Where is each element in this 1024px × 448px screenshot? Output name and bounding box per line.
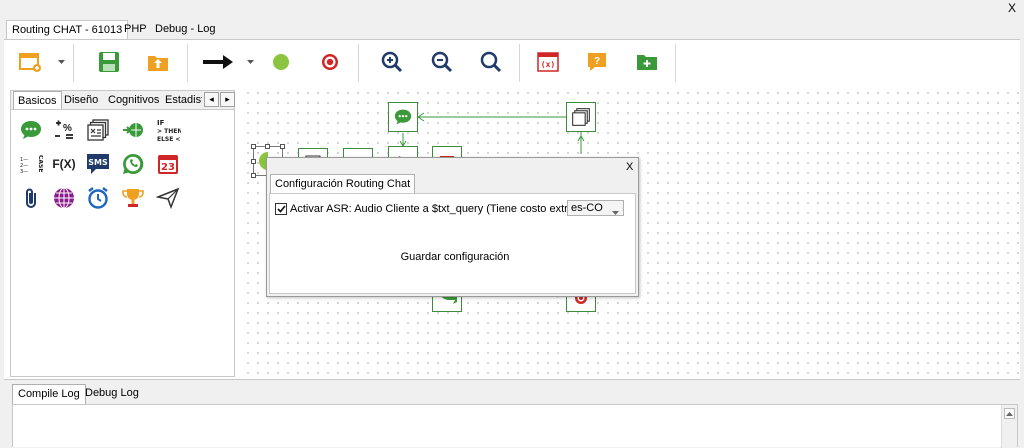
dialog-close-button[interactable]: X (626, 161, 633, 173)
language-select[interactable]: es-CO (567, 200, 624, 216)
svg-text:3—: 3— (20, 169, 28, 175)
if-then-else-icon[interactable]: IF > THEN ELSE < (154, 116, 182, 144)
dropdown-arrow-icon[interactable] (54, 44, 68, 80)
svg-text:(x): (x) (541, 60, 555, 69)
function-fx-icon[interactable]: F(X) (50, 150, 78, 178)
svg-text:CASE: CASE (37, 155, 43, 172)
upload-icon[interactable] (141, 44, 175, 80)
log-scrollbar[interactable] (1001, 405, 1017, 448)
tab-debug-log-bottom[interactable]: Debug Log (83, 384, 141, 404)
chat-message-icon[interactable] (17, 116, 45, 144)
svg-text:%: % (63, 123, 72, 134)
flow-node-chat[interactable] (388, 102, 418, 132)
toolbar-separator (73, 44, 74, 82)
dialog-tab-config[interactable]: Configuración Routing Chat (270, 174, 416, 193)
svg-text:SMS: SMS (88, 158, 108, 167)
selection-handle[interactable] (251, 159, 256, 164)
main-tabbar: Routing CHAT - 61013 PHP Debug - Log (4, 20, 1020, 40)
selection-handle[interactable] (251, 144, 256, 149)
target-icon[interactable] (313, 44, 347, 80)
tab-compile-log[interactable]: Compile Log (12, 384, 86, 404)
tab-php[interactable]: PHP (119, 20, 152, 40)
trophy-icon[interactable] (119, 184, 147, 212)
log-output[interactable] (12, 404, 1018, 448)
scroll-up-icon[interactable] (1004, 408, 1015, 419)
zoom-in-icon[interactable] (375, 44, 409, 80)
question-icon[interactable]: ? (580, 44, 614, 80)
zoom-out-icon[interactable] (425, 44, 459, 80)
save-icon[interactable] (92, 44, 126, 80)
config-dialog: X Configuración Routing Chat Activar ASR… (266, 157, 639, 297)
save-config-button[interactable]: Guardar configuración (370, 251, 540, 263)
svg-text:IF: IF (157, 119, 165, 127)
palette-tab-estadisticas[interactable]: Estadist (162, 91, 202, 110)
svg-text:> THEN: > THEN (157, 128, 181, 135)
chevron-down-icon (612, 206, 619, 218)
window-close-button[interactable]: X (1008, 1, 1016, 15)
paperclip-icon[interactable] (17, 184, 45, 212)
palette-scroll-right[interactable]: ▸ (220, 92, 235, 107)
dialog-body: Activar ASR: Audio Cliente a $txt_query … (269, 193, 636, 294)
globe-link-icon[interactable] (119, 116, 147, 144)
whatsapp-icon[interactable] (119, 150, 147, 178)
new-file-icon[interactable] (14, 44, 48, 80)
palette-tab-cognitivos[interactable]: Cognitivos (105, 91, 162, 110)
calendar-icon[interactable]: 23 (154, 150, 182, 178)
flow-node-stack[interactable] (566, 102, 596, 132)
function-fx-label: F(X) (52, 157, 76, 171)
palette-tab-basicos[interactable]: Basicos (13, 91, 62, 110)
tab-debug-log[interactable]: Debug - Log (150, 20, 221, 40)
svg-text:23: 23 (161, 162, 175, 173)
math-ops-icon[interactable]: % (50, 116, 78, 144)
svg-text:?: ? (594, 56, 600, 67)
folder-add-icon[interactable] (630, 44, 664, 80)
asr-checkbox-label[interactable]: Activar ASR: Audio Cliente a $txt_query … (290, 203, 578, 215)
toolbar-separator (519, 44, 520, 82)
asr-checkbox[interactable] (275, 203, 287, 215)
selection-handle[interactable] (251, 173, 256, 178)
selection-handle[interactable] (265, 144, 270, 149)
palette-scroll-left[interactable]: ◂ (204, 92, 219, 107)
zoom-fit-icon[interactable] (474, 44, 508, 80)
toolbar-separator (187, 44, 188, 82)
alarm-clock-icon[interactable] (84, 184, 112, 212)
sms-icon[interactable]: SMS (84, 150, 112, 178)
toolbar-separator (675, 44, 676, 82)
stack-pages-icon[interactable] (84, 116, 112, 144)
palette-tab-diseno[interactable]: Diseño (61, 91, 101, 110)
toolbar-separator (358, 44, 359, 82)
arrow-right-icon[interactable] (201, 44, 235, 80)
tab-routing-chat[interactable]: Routing CHAT - 61013 (6, 20, 129, 40)
web-globe-icon[interactable] (50, 184, 78, 212)
send-plane-icon[interactable] (154, 184, 182, 212)
green-dot-icon[interactable] (264, 44, 298, 80)
language-select-value: es-CO (571, 202, 603, 214)
variable-icon[interactable]: (x) (531, 44, 565, 80)
selection-handle[interactable] (280, 144, 285, 149)
case-list-icon[interactable]: 1— 2— 3— CASE (17, 150, 45, 178)
svg-text:ELSE <: ELSE < (157, 136, 180, 143)
log-panel: Compile Log Debug Log (4, 379, 1020, 448)
dropdown-arrow-icon[interactable] (243, 44, 257, 80)
